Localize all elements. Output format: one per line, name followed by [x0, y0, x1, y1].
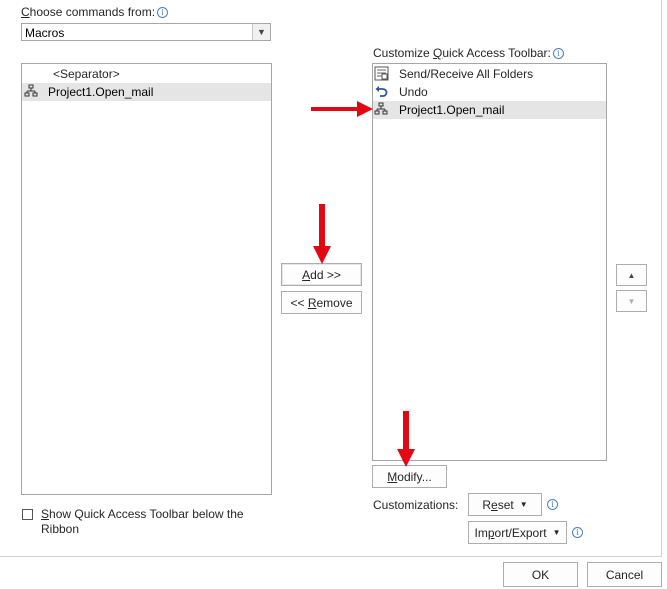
customize-toolbar-label-b: uick Access Toolbar: — [442, 46, 551, 60]
show-below-ribbon-checkbox[interactable] — [22, 509, 33, 520]
macro-icon — [374, 102, 388, 121]
show-below-ribbon-text: how Quick Access Toolbar below the — [49, 507, 244, 521]
choose-commands-value: Macros — [25, 26, 65, 40]
show-below-ribbon-mnemonic: S — [41, 507, 50, 521]
reset-button-label: set — [497, 497, 514, 512]
available-commands-list[interactable]: <Separator> Project1.Open_mail — [21, 63, 272, 495]
cancel-button[interactable]: Cancel — [587, 562, 662, 587]
remove-button-mnemonic: R — [307, 295, 317, 310]
triangle-down-icon: ▼ — [627, 296, 636, 306]
choose-commands-label-text: hoose commands from: — [29, 5, 156, 19]
choose-commands-dropdown[interactable]: Macros ▼ — [21, 23, 271, 41]
reset-button-mnemonic: e — [491, 497, 498, 512]
info-icon: i — [547, 499, 558, 510]
toolbar-commands-list[interactable]: Send/Receive All Folders Undo Project1.O… — [372, 63, 607, 461]
show-below-ribbon-line2: Ribbon — [41, 522, 80, 536]
red-arrow-right-annotation — [311, 98, 375, 123]
list-item[interactable]: <Separator> — [22, 65, 271, 83]
info-icon: i — [572, 527, 583, 538]
customizations-label: Customizations: — [373, 498, 459, 512]
move-up-button[interactable]: ▲ — [616, 264, 647, 286]
reset-dropdown-button[interactable]: Re set ▼ — [468, 493, 542, 516]
import-export-prefix: Im — [474, 525, 488, 540]
add-button-label: dd >> — [310, 267, 341, 282]
chevron-down-icon: ▼ — [252, 24, 270, 40]
red-arrow-down-annotation — [311, 204, 333, 269]
import-export-mnemonic: p — [487, 525, 495, 540]
list-item-label: Send/Receive All Folders — [399, 67, 534, 81]
chevron-down-icon: ▼ — [552, 528, 561, 537]
ok-button[interactable]: OK — [503, 562, 578, 587]
info-icon: i — [157, 7, 169, 18]
list-item[interactable]: Undo — [373, 83, 606, 101]
show-below-ribbon-line1: Show Quick Access Toolbar below the — [41, 507, 244, 522]
choose-commands-label-mnemonic: C — [21, 5, 30, 19]
list-item-label: Project1.Open_mail — [399, 103, 505, 117]
remove-button[interactable]: << Remove — [281, 291, 362, 314]
info-icon: i — [552, 48, 564, 59]
customize-toolbar-label-mnemonic: Q — [433, 46, 443, 60]
list-item-label: Undo — [399, 85, 428, 99]
panel-right-border — [661, 0, 662, 556]
list-item[interactable]: Project1.Open_mail — [373, 101, 606, 119]
macro-icon — [24, 84, 38, 103]
remove-button-prefix: << — [290, 295, 308, 310]
triangle-up-icon: ▲ — [627, 270, 636, 280]
move-down-button[interactable]: ▼ — [616, 290, 647, 312]
reset-button-prefix: R — [482, 497, 492, 512]
customize-toolbar-label: Customize Quick Access Toolbar: i — [373, 46, 564, 60]
import-export-label: ort/Export — [494, 525, 547, 540]
list-item[interactable]: Send/Receive All Folders — [373, 65, 606, 83]
list-item[interactable]: Project1.Open_mail — [22, 83, 271, 101]
show-below-ribbon-label[interactable]: Show Quick Access Toolbar below the Ribb… — [41, 507, 244, 537]
choose-commands-label: Choose commands from: i — [21, 5, 169, 19]
remove-button-label: emove — [316, 295, 353, 310]
red-arrow-down-annotation — [395, 411, 417, 472]
list-item-label: <Separator> — [53, 67, 120, 81]
import-export-dropdown-button[interactable]: Im p ort/Export ▼ — [468, 521, 567, 544]
add-button-mnemonic: A — [302, 267, 311, 282]
list-item-label: Project1.Open_mail — [48, 85, 154, 99]
customize-toolbar-label-a: Customize — [373, 46, 434, 60]
panel-bottom-border — [0, 556, 662, 557]
chevron-down-icon: ▼ — [519, 500, 528, 509]
